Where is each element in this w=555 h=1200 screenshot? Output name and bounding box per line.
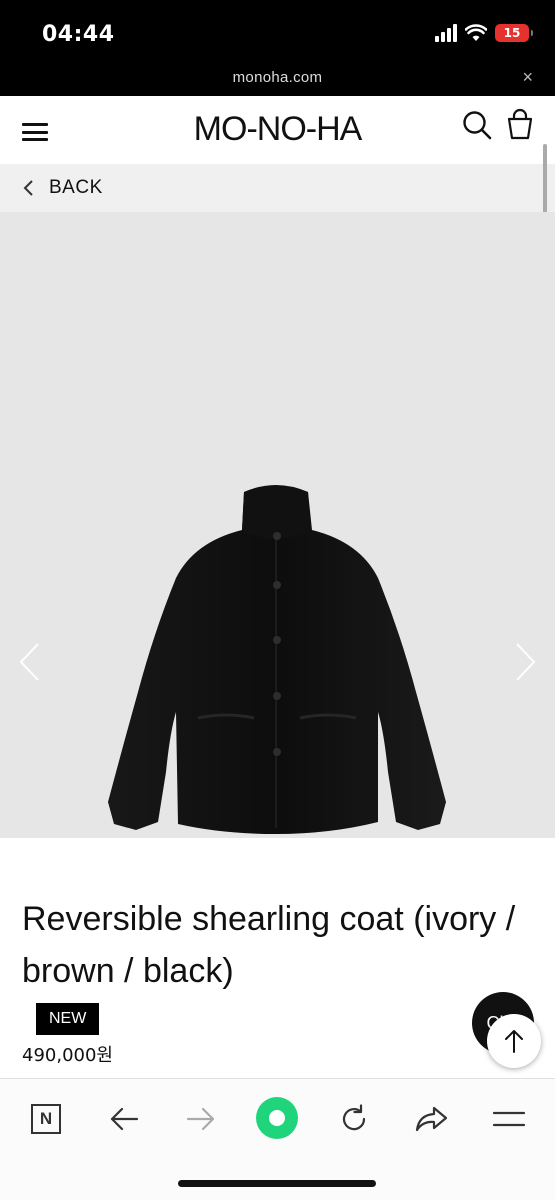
naver-icon: N <box>31 1104 61 1134</box>
home-indicator <box>178 1180 376 1187</box>
product-price: 490,000원 <box>22 1045 113 1066</box>
product-title: Reversible shearling coat (ivory / brown… <box>22 900 516 990</box>
share-button[interactable] <box>411 1099 451 1139</box>
naver-button[interactable]: N <box>26 1099 66 1139</box>
product-image <box>108 485 446 834</box>
signal-icon <box>435 24 457 42</box>
back-nav-button[interactable] <box>104 1099 144 1139</box>
reload-icon <box>342 1104 366 1131</box>
arrow-up-icon <box>505 1030 523 1053</box>
battery-level: 15 <box>503 26 521 40</box>
chevron-right-icon[interactable] <box>515 642 537 682</box>
shopping-bag-icon[interactable] <box>506 108 534 140</box>
back-button[interactable]: BACK <box>49 177 103 199</box>
share-icon <box>415 1106 448 1132</box>
url-bar[interactable]: monoha.com × <box>0 62 555 96</box>
forward-arrow-icon <box>186 1107 215 1131</box>
status-time: 04:44 <box>42 22 115 47</box>
product-gallery[interactable] <box>0 212 555 838</box>
forward-nav-button[interactable] <box>181 1099 221 1139</box>
wifi-icon <box>465 24 487 41</box>
reload-button[interactable] <box>334 1099 374 1139</box>
close-icon[interactable]: × <box>522 67 533 88</box>
search-icon[interactable] <box>462 110 492 140</box>
battery-icon: 15 <box>495 24 533 42</box>
chevron-left-icon[interactable] <box>18 642 40 682</box>
menu-button[interactable] <box>489 1099 529 1139</box>
scroll-top-button[interactable] <box>487 1014 541 1068</box>
home-icon <box>256 1097 298 1139</box>
site-header: MO-NO-HA <box>0 96 555 164</box>
back-arrow-icon <box>110 1107 139 1131</box>
home-button[interactable] <box>256 1097 298 1139</box>
chevron-left-icon[interactable] <box>22 179 34 197</box>
new-badge: NEW <box>36 1003 100 1035</box>
menu-icon <box>493 1111 525 1127</box>
status-icons: 15 <box>435 24 533 42</box>
url-domain[interactable]: monoha.com <box>0 69 555 86</box>
status-bar: 04:44 15 <box>0 0 555 62</box>
back-bar[interactable]: BACK <box>0 164 555 212</box>
